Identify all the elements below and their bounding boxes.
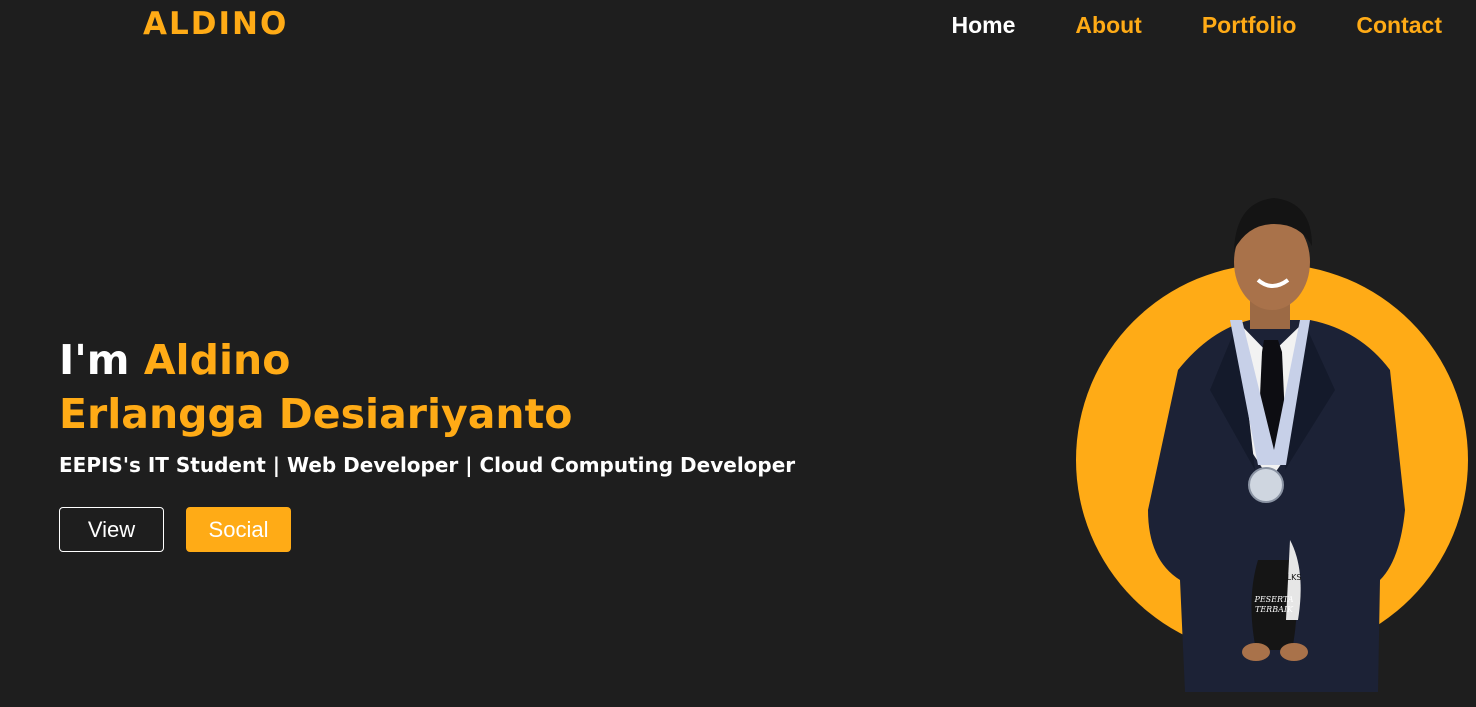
nav-about[interactable]: About bbox=[1075, 12, 1141, 39]
hero-last-name: Erlangga Desiariyanto bbox=[59, 390, 573, 438]
hand-left bbox=[1242, 643, 1270, 661]
trophy-line-2: TERBAIK bbox=[1255, 605, 1294, 614]
hand-right bbox=[1280, 643, 1308, 661]
nav-contact[interactable]: Contact bbox=[1356, 12, 1442, 39]
nav-portfolio[interactable]: Portfolio bbox=[1202, 12, 1297, 39]
hero-section: I'm Aldino Erlangga Desiariyanto EEPIS's… bbox=[59, 333, 795, 552]
view-button[interactable]: View bbox=[59, 507, 164, 552]
trophy-line-1: PESERTA bbox=[1253, 595, 1293, 604]
main-nav: Home About Portfolio Contact bbox=[892, 12, 1443, 39]
social-button[interactable]: Social bbox=[186, 507, 291, 552]
medal bbox=[1248, 467, 1284, 503]
site-logo[interactable]: ALDINO bbox=[143, 6, 288, 42]
trophy-banner-text: LKS bbox=[1287, 573, 1302, 582]
nav-home[interactable]: Home bbox=[952, 12, 1016, 39]
profile-portrait: PESERTA TERBAIK LKS bbox=[1076, 198, 1468, 692]
hero-subtitle: EEPIS's IT Student | Web Developer | Clo… bbox=[59, 453, 796, 477]
hero-title: I'm Aldino Erlangga Desiariyanto bbox=[59, 333, 795, 441]
hero-greeting: I'm bbox=[59, 336, 144, 384]
hero-buttons: View Social bbox=[59, 507, 795, 552]
hero-first-name: Aldino bbox=[143, 336, 291, 384]
